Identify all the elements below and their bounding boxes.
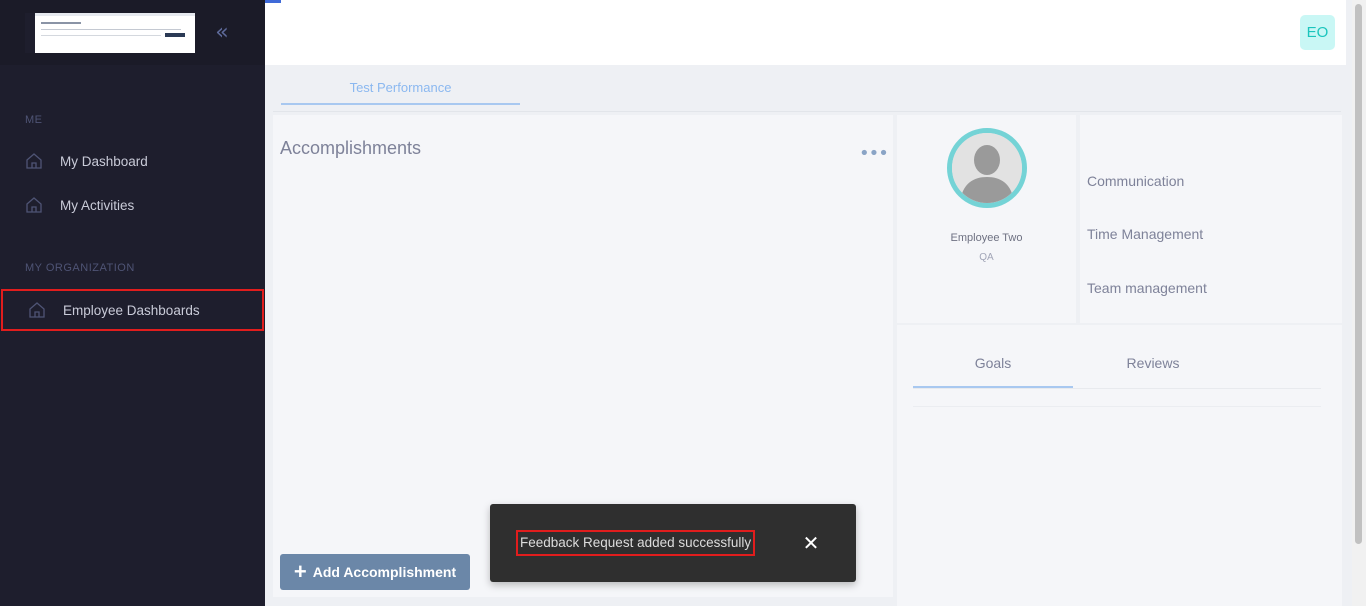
accomplishments-title: Accomplishments [280,138,422,158]
person-icon [952,133,1022,203]
close-icon[interactable]: ✕ [800,532,822,554]
skill-item: Team management [1087,280,1207,296]
sidebar-item-label: Employee Dashboards [63,302,200,318]
sidebar-item-label: My Activities [60,197,135,213]
home-icon [26,153,42,169]
sidebar-item-label: My Dashboard [60,153,148,169]
skill-item: Time Management [1087,226,1204,242]
tab-reviews[interactable]: Reviews [1073,350,1233,388]
logo-thumbnail[interactable] [25,13,195,53]
add-accomplishment-button[interactable]: + Add Accomplishment [280,554,470,590]
sidebar-item-employee-dashboards[interactable]: Employee Dashboards [1,289,264,331]
sidebar-item-my-dashboard[interactable]: My Dashboard [0,141,265,181]
divider [913,388,1321,389]
page-loading-bar [265,0,281,3]
toast-message: Feedback Request added successfully [516,530,756,556]
top-header [265,0,1346,65]
home-icon [29,302,45,318]
user-avatar-button[interactable]: EO [1300,15,1335,50]
add-accomplishment-label: Add Accomplishment [312,564,457,580]
sidebar-item-my-activities[interactable]: My Activities [0,185,265,225]
employee-name: Employee Two [950,232,1023,244]
tab-test-performance[interactable]: Test Performance [281,80,520,105]
divider [913,406,1321,407]
home-icon [26,197,42,213]
section-label-me: ME [25,114,43,126]
scrollbar-thumb[interactable] [1355,4,1362,544]
collapse-sidebar-icon[interactable]: « [211,22,233,44]
plus-icon: + [293,559,307,584]
avatar [947,128,1027,208]
more-options-icon[interactable]: ••• [859,142,889,166]
tab-goals[interactable]: Goals [913,350,1073,388]
skill-item: Communication [1087,173,1185,189]
section-label-my-organization: MY ORGANIZATION [25,262,135,274]
employee-role: QA [979,252,994,263]
